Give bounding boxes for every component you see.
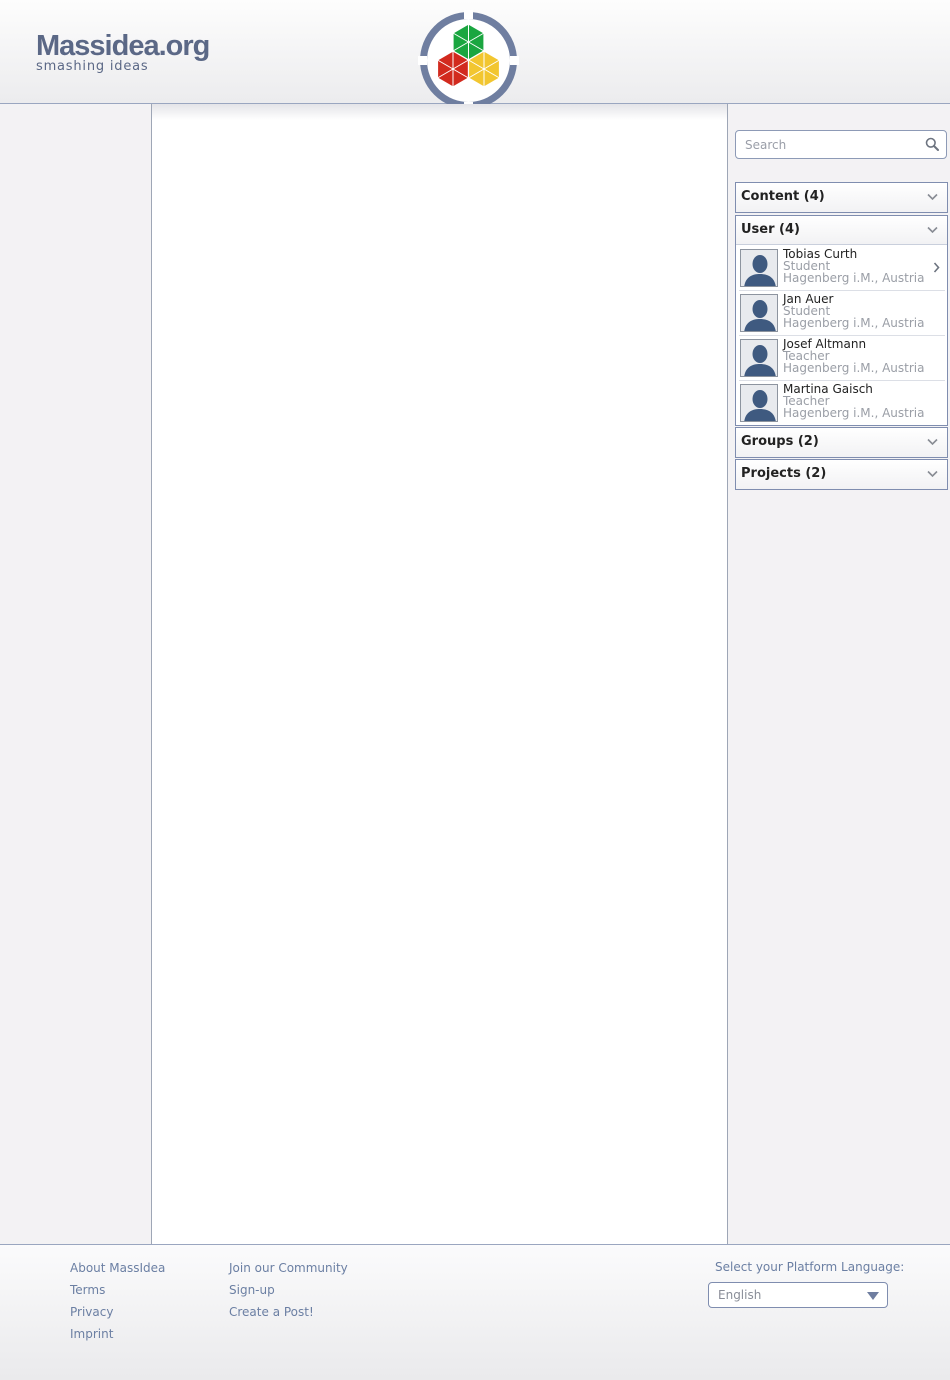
footer-link-about[interactable]: About MassIdea: [70, 1261, 165, 1275]
user-location: Hagenberg i.M., Austria: [783, 316, 925, 330]
chevron-down-icon: [927, 438, 938, 446]
chevron-down-icon: [927, 226, 938, 234]
user-list-item[interactable]: Tobias Curth Student Hagenberg i.M., Aus…: [739, 246, 945, 291]
language-value: English: [718, 1288, 762, 1302]
user-silhouette-icon: [741, 295, 777, 331]
chevron-down-icon: [927, 470, 938, 478]
footer-link-join-community[interactable]: Join our Community: [229, 1261, 348, 1275]
user-silhouette-icon: [741, 385, 777, 421]
footer-link-privacy[interactable]: Privacy: [70, 1305, 113, 1319]
left-sidebar: [0, 104, 152, 1244]
footer: About MassIdea Terms Privacy Imprint Joi…: [0, 1244, 950, 1380]
brand-tagline: smashing ideas: [36, 59, 149, 74]
user-location: Hagenberg i.M., Austria: [783, 271, 925, 285]
user-panel-title: User (4): [741, 222, 800, 237]
language-label: Select your Platform Language:: [715, 1260, 905, 1274]
search-input[interactable]: [745, 136, 920, 154]
user-list-item[interactable]: Jan Auer Student Hagenberg i.M., Austria: [739, 291, 945, 336]
footer-link-sign-up[interactable]: Sign-up: [229, 1283, 275, 1297]
language-select[interactable]: English: [708, 1282, 888, 1308]
user-panel-header[interactable]: User (4): [736, 216, 947, 245]
user-location: Hagenberg i.M., Austria: [783, 361, 925, 375]
groups-panel-title: Groups (2): [741, 434, 819, 449]
user-silhouette-icon: [741, 250, 777, 286]
avatar: [740, 249, 778, 287]
groups-panel: Groups (2): [735, 427, 948, 458]
chevron-right-icon: [933, 262, 940, 273]
search-box: [735, 130, 947, 159]
caret-down-icon: [867, 1292, 879, 1300]
header: Massidea.org smashing ideas: [0, 0, 950, 111]
chevron-down-icon: [927, 193, 938, 201]
main-content: [152, 104, 728, 1244]
user-list-item[interactable]: Martina Gaisch Teacher Hagenberg i.M., A…: [739, 381, 945, 424]
content-panel-header[interactable]: Content (4): [736, 183, 947, 212]
footer-link-terms[interactable]: Terms: [70, 1283, 105, 1297]
content-panel: Content (4): [735, 182, 948, 213]
avatar: [740, 384, 778, 422]
groups-panel-header[interactable]: Groups (2): [736, 428, 947, 457]
footer-link-create-post[interactable]: Create a Post!: [229, 1305, 314, 1319]
search-icon[interactable]: [925, 137, 939, 151]
projects-panel-title: Projects (2): [741, 466, 827, 481]
user-panel: User (4) Tobias Curth Student Hagenberg …: [735, 215, 948, 426]
avatar: [740, 294, 778, 332]
projects-panel: Projects (2): [735, 459, 948, 490]
right-sidebar: Content (4) User (4) Tob: [729, 104, 950, 1244]
user-silhouette-icon: [741, 340, 777, 376]
massidea-logo-icon[interactable]: [418, 10, 519, 111]
projects-panel-header[interactable]: Projects (2): [736, 460, 947, 489]
content-panel-title: Content (4): [741, 189, 825, 204]
brand[interactable]: Massidea.org smashing ideas: [36, 30, 210, 74]
footer-link-imprint[interactable]: Imprint: [70, 1327, 113, 1341]
user-list-item[interactable]: Josef Altmann Teacher Hagenberg i.M., Au…: [739, 336, 945, 381]
brand-name[interactable]: Massidea.org: [36, 30, 210, 62]
avatar: [740, 339, 778, 377]
user-location: Hagenberg i.M., Austria: [783, 406, 925, 420]
user-list: Tobias Curth Student Hagenberg i.M., Aus…: [736, 245, 947, 425]
